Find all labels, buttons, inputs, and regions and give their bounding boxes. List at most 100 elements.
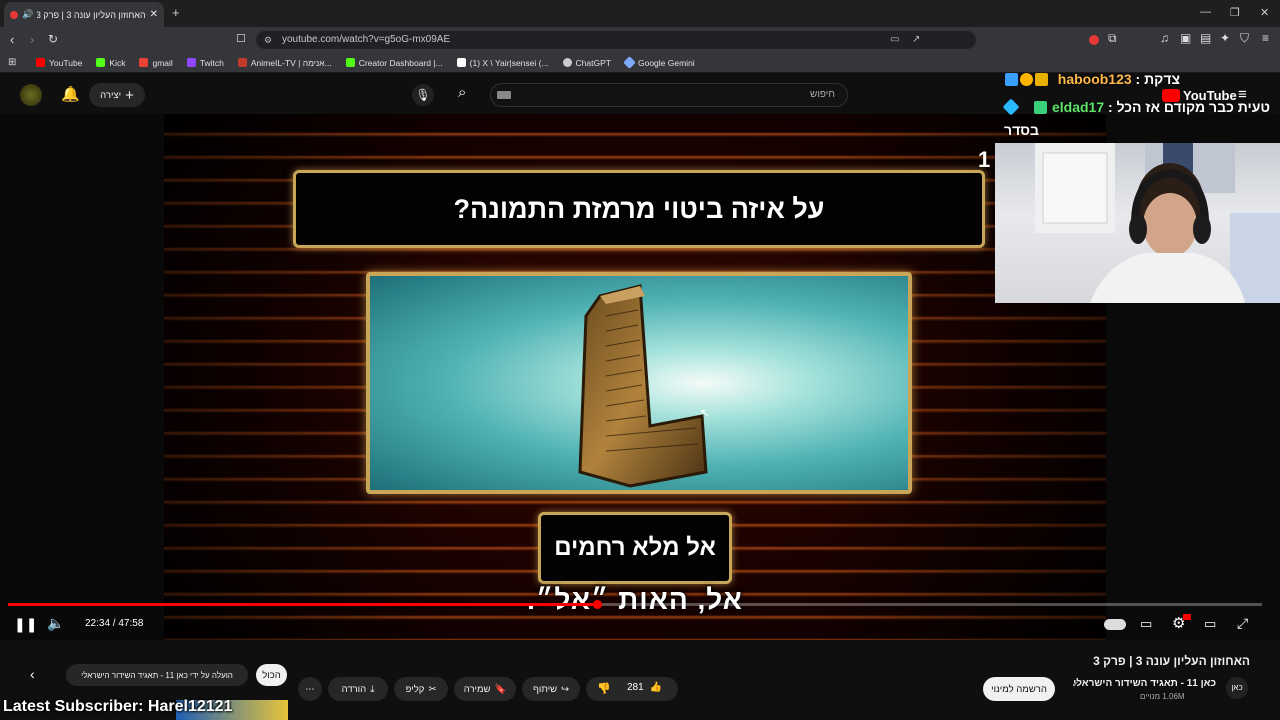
fullscreen-icon[interactable]: ⤢ (1237, 615, 1248, 632)
bookmark-kick[interactable]: Kick (96, 58, 125, 68)
vpn-icon[interactable]: ⛉ (1240, 31, 1249, 46)
chat-badge-icon (1035, 73, 1048, 86)
url-bar[interactable]: ⚙ youtube.com/watch?v=g5oG-mx09AE ▭ ↗ (256, 31, 976, 49)
avatar[interactable] (20, 84, 42, 106)
bookmark-twitch[interactable]: Twitch (186, 58, 224, 68)
channel-avatar[interactable]: כאן (1226, 677, 1248, 699)
bookmark-animeil[interactable]: AnimeIL-TV | אנימה... (237, 58, 332, 68)
site-info-icon[interactable]: ⚙ (264, 31, 272, 49)
thumbs-up-icon: 👍 (649, 682, 663, 693)
kick-icon (345, 58, 355, 67)
volume-icon[interactable]: 🔈 (47, 615, 64, 632)
new-tab-icon[interactable]: + (172, 5, 180, 20)
theater-mode-icon[interactable]: ▭ (1204, 616, 1216, 632)
bookmark-creator-dashboard[interactable]: Creator Dashboard |... (345, 58, 443, 68)
player-left-pillarbox (0, 114, 164, 640)
search-button[interactable]: ⌕ (458, 84, 466, 101)
media-icon[interactable]: ♫ (1160, 31, 1169, 45)
answer-box: אל מלא רחמים (538, 512, 732, 584)
player-controls (0, 606, 1280, 642)
gmail-icon (139, 58, 149, 67)
plus-icon: + (125, 86, 134, 104)
browser-tab-bar: 🔊 האחוזון העליון עונה 3 | פרק 3 ✕ + — ❐ … (0, 0, 1280, 27)
download-icon: ⤓ (370, 683, 375, 695)
verified-icon: ✔ (1072, 680, 1079, 689)
chip-all[interactable]: הכול (256, 664, 287, 686)
apps-icon[interactable]: ⊞ (8, 57, 16, 68)
search-input[interactable]: חיפוש (490, 83, 848, 107)
streamer-webcam-image (1035, 143, 1280, 303)
question-box: על איזה ביטוי מרמזת התמונה? (293, 170, 985, 248)
letter-lamed-image (578, 284, 708, 488)
pause-button[interactable]: ❚❚ (14, 616, 37, 633)
channel-name[interactable]: כאן 11 - תאגיד השידור הישראלי (1073, 678, 1216, 689)
hamburger-menu-icon[interactable]: ≡ (1238, 86, 1247, 103)
latest-subscriber-overlay: Latest Subscriber: Harel12121 (3, 698, 233, 715)
chat-message-text: בסדר (1004, 122, 1039, 138)
youtube-logo-text: YouTube (1183, 88, 1237, 103)
gemini-icon (623, 56, 636, 69)
bookmarks-bar: ⊞ YouTube Kick gmail Twitch AnimeIL-TV |… (0, 53, 1280, 73)
install-icon[interactable]: ▭ (890, 31, 899, 49)
minimize-icon[interactable]: — (1200, 6, 1211, 18)
tab-title: האחוזון העליון עונה 3 | פרק 3 (37, 9, 146, 20)
chat-username: eldad17 (1051, 99, 1105, 115)
youtube-logo-overlay: YouTube (1162, 88, 1237, 103)
menu-icon[interactable]: ≡ (1262, 31, 1269, 45)
notifications-bell-icon[interactable]: 🔔 (61, 85, 80, 103)
kick-icon (96, 58, 106, 67)
more-actions-button[interactable]: ⋯ (298, 677, 322, 701)
chat-message: בסדר (1004, 122, 1064, 138)
recording-icon (10, 10, 18, 19)
share-icon: ↪ (561, 683, 570, 695)
bookmark-chatgpt[interactable]: ChatGPT (562, 58, 611, 68)
save-button[interactable]: 🔖 שמירה (454, 677, 516, 701)
wallet-icon[interactable]: ▤ (1200, 31, 1211, 45)
thumbs-down-icon: 👎 (597, 683, 611, 695)
reload-icon[interactable]: ↻ (48, 32, 58, 46)
video-title: האחוזון העליון עונה 3 | פרק 3 (1093, 654, 1250, 668)
close-tab-icon[interactable]: ✕ (150, 9, 158, 20)
more-icon: ⋯ (305, 683, 315, 695)
download-button[interactable]: ⤓ הורדה (328, 677, 388, 701)
chat-username: haboob123 (1057, 71, 1132, 87)
question-text: על איזה ביטוי מרמזת התמונה? (453, 193, 825, 224)
webcam-overlay (995, 143, 1280, 303)
forward-icon[interactable]: › (30, 32, 34, 47)
bookmark-page-icon[interactable]: ☐ (236, 32, 246, 45)
x-icon (456, 58, 466, 67)
chat-badge-icon (1020, 73, 1033, 86)
chip-uploaded-by[interactable]: הועלה על ידי כאן 11 - תאגיד השידור הישרא… (66, 664, 248, 686)
time-display: 22:34 / 47:58 (85, 618, 144, 629)
create-button[interactable]: + יצירה (89, 83, 145, 107)
maximize-icon[interactable]: ❐ (1230, 6, 1240, 19)
autoplay-toggle[interactable] (1104, 619, 1126, 630)
leo-icon[interactable]: ✦ (1220, 31, 1230, 45)
chips-prev-icon[interactable]: ‹ (30, 666, 35, 682)
bookmark-x[interactable]: (1) X \ Yair|sensei (... (456, 58, 549, 68)
back-icon[interactable]: ‹ (10, 32, 14, 47)
clue-image (366, 272, 912, 494)
share-page-icon[interactable]: ↗ (912, 31, 920, 49)
chat-badge-icon (1005, 73, 1018, 86)
subscribe-button[interactable]: הרשמה למינוי (983, 677, 1055, 701)
clip-button[interactable]: ✂ קליפ (394, 677, 448, 701)
share-button[interactable]: ↪ שיתוף (522, 677, 580, 701)
extension-record-icon[interactable] (1089, 35, 1099, 45)
voice-search-icon[interactable]: 🎙 (412, 84, 434, 106)
youtube-play-icon (1162, 89, 1180, 102)
extensions-icon[interactable]: ⧉ (1108, 31, 1117, 46)
keyboard-icon[interactable] (497, 91, 511, 99)
close-window-icon[interactable]: ✕ (1260, 6, 1269, 19)
url-text: youtube.com/watch?v=g5oG-mx09AE (282, 34, 451, 45)
like-button[interactable]: 281 👍 (627, 682, 662, 693)
bookmark-youtube[interactable]: YouTube (36, 58, 82, 68)
bookmark-gmail[interactable]: gmail (139, 58, 173, 68)
bookmark-gemini[interactable]: Google Gemini (623, 56, 695, 69)
browser-tab[interactable]: 🔊 האחוזון העליון עונה 3 | פרק 3 ✕ (4, 2, 164, 27)
dislike-button[interactable]: 👎 (597, 682, 611, 695)
animeil-icon (237, 58, 247, 67)
twitch-icon (186, 58, 196, 67)
captions-icon[interactable]: ▭ (1140, 616, 1152, 632)
sidebar-icon[interactable]: ▣ (1180, 31, 1191, 45)
